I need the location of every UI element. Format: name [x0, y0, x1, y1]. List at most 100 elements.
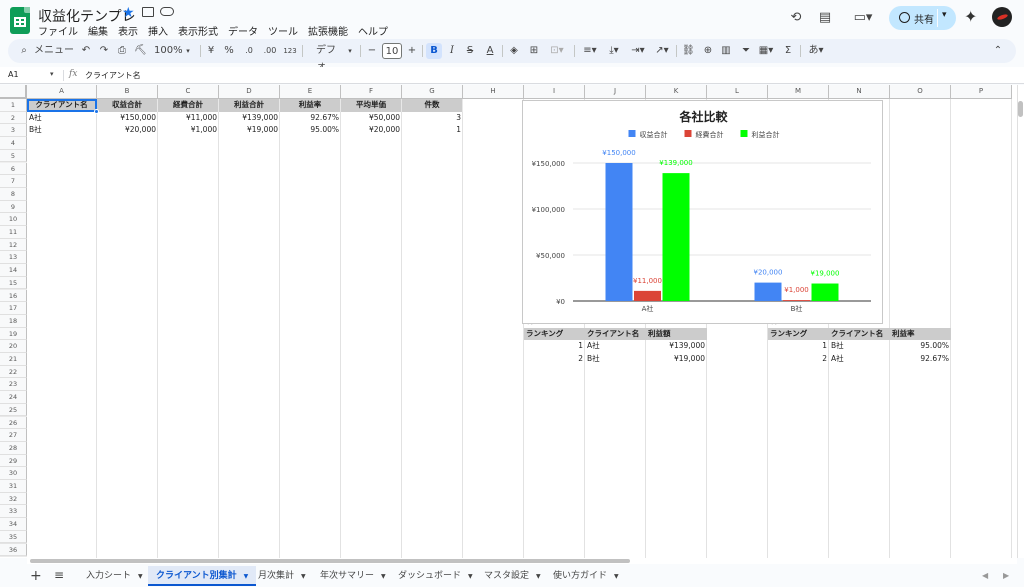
ranking-header-cell[interactable]: ランキング — [768, 327, 829, 341]
horizontal-scroll-thumb[interactable] — [30, 559, 630, 563]
column-header[interactable]: E — [280, 85, 341, 99]
table-cell[interactable]: B社 — [27, 124, 97, 137]
star-icon[interactable]: ★ — [122, 5, 135, 21]
row-header[interactable]: 35 — [0, 530, 27, 544]
row-header[interactable]: 27 — [0, 429, 27, 442]
horizontal-align-icon[interactable]: ≡▾ — [580, 43, 600, 59]
table-header-cell[interactable]: 利益率 — [280, 99, 341, 112]
scroll-tabs-left-icon[interactable]: ◀ — [982, 571, 988, 580]
font-chevron-down-icon[interactable]: ▾ — [346, 43, 354, 59]
ranking-header-cell[interactable]: ランキング — [524, 327, 585, 341]
row-header[interactable]: 2 — [0, 111, 27, 125]
ranking-cell[interactable]: 1 — [524, 340, 585, 353]
italic-button[interactable]: I — [446, 43, 458, 59]
cloud-status-icon[interactable] — [160, 7, 174, 16]
table-cell[interactable]: ¥20,000 — [97, 124, 158, 137]
increase-font-icon[interactable]: + — [406, 43, 418, 59]
merge-cells-icon[interactable]: ⊡▾ — [546, 43, 568, 59]
add-sheet-icon[interactable]: + — [30, 568, 42, 584]
ranking-header-cell[interactable]: クライアント名 — [829, 327, 890, 341]
zoom-select[interactable]: 100% — [154, 43, 183, 59]
font-select[interactable]: デフォ... — [308, 43, 344, 72]
redo-icon[interactable]: ↷ — [98, 43, 110, 59]
column-header[interactable]: I — [524, 85, 585, 99]
table-header-cell[interactable]: 件数 — [402, 99, 463, 112]
column-header[interactable]: C — [158, 85, 219, 99]
chevron-down-icon[interactable]: ▼ — [536, 573, 541, 580]
column-header[interactable]: B — [97, 85, 158, 99]
row-header[interactable]: 8 — [0, 187, 27, 201]
row-header[interactable]: 1 — [0, 99, 27, 112]
row-header[interactable]: 33 — [0, 505, 27, 519]
column-header[interactable]: A — [27, 85, 97, 99]
functions-button[interactable]: Σ — [782, 43, 794, 59]
ranking-header-cell[interactable]: クライアント名 — [585, 327, 646, 341]
row-header[interactable]: 34 — [0, 518, 27, 531]
ranking-cell[interactable]: A社 — [585, 340, 646, 353]
menu-item[interactable]: 挿入 — [148, 23, 168, 38]
borders-icon[interactable]: ⊞ — [528, 43, 540, 59]
text-color-button[interactable]: A — [484, 43, 496, 59]
table-cell[interactable]: ¥19,000 — [219, 124, 280, 137]
column-header[interactable]: P — [951, 85, 1012, 99]
avatar[interactable] — [992, 7, 1012, 27]
row-header[interactable]: 22 — [0, 365, 27, 379]
name-box[interactable]: A1 — [8, 70, 19, 79]
menu-item[interactable]: 表示形式 — [178, 23, 218, 38]
menu-item[interactable]: 編集 — [88, 23, 108, 38]
text-rotation-icon[interactable]: ↗▾ — [652, 43, 672, 59]
column-header[interactable]: K — [646, 85, 707, 99]
insert-link-icon[interactable]: ⛓ — [682, 43, 695, 59]
row-header[interactable]: 21 — [0, 353, 27, 366]
table-cell[interactable]: ¥1,000 — [158, 124, 219, 137]
ranking-cell[interactable]: 1 — [768, 340, 829, 353]
row-header[interactable]: 7 — [0, 175, 27, 188]
ranking-cell[interactable]: ¥19,000 — [646, 353, 707, 366]
search-menus-label[interactable]: メニュー — [34, 43, 74, 59]
table-cell[interactable]: 3 — [402, 112, 463, 125]
name-box-chevron-down-icon[interactable]: ▾ — [50, 70, 54, 78]
comments-icon[interactable]: ▤ — [817, 10, 833, 26]
column-header[interactable]: M — [768, 85, 829, 99]
ranking-header-cell[interactable]: 利益率 — [890, 327, 951, 341]
meet-icon[interactable]: ▭▾ — [850, 10, 876, 26]
row-header[interactable]: 9 — [0, 200, 27, 214]
sheet-tab[interactable]: 使い方ガイド ▼ — [545, 566, 627, 586]
print-icon[interactable]: ⎙ — [116, 43, 128, 59]
chevron-down-icon[interactable]: ▾ — [942, 10, 947, 20]
table-cell[interactable]: 95.00% — [280, 124, 341, 137]
menu-item[interactable]: 拡張機能 — [308, 23, 348, 38]
sheet-tab[interactable]: 入力シート ▼ — [78, 566, 151, 586]
column-header[interactable]: L — [707, 85, 768, 99]
table-cell[interactable]: ¥50,000 — [341, 112, 402, 125]
row-header[interactable]: 14 — [0, 264, 27, 277]
column-header[interactable]: D — [219, 85, 280, 99]
menu-item[interactable]: ファイル — [38, 23, 78, 38]
number-format-button[interactable]: 123 — [282, 43, 298, 59]
ranking-cell[interactable]: B社 — [829, 340, 890, 353]
row-header[interactable]: 25 — [0, 403, 27, 417]
filter-icon[interactable]: ⏷ — [740, 43, 752, 59]
chevron-down-icon[interactable]: ▼ — [468, 573, 473, 580]
ranking-cell[interactable]: 2 — [524, 353, 585, 366]
chevron-down-icon[interactable]: ▼ — [244, 573, 249, 580]
zoom-chevron-down-icon[interactable]: ▾ — [184, 43, 192, 59]
table-cell[interactable]: ¥150,000 — [97, 112, 158, 125]
table-cell[interactable]: 1 — [402, 124, 463, 137]
row-header[interactable]: 29 — [0, 454, 27, 468]
row-header[interactable]: 18 — [0, 314, 27, 328]
font-size-input[interactable]: 10 — [382, 43, 402, 59]
row-header[interactable]: 16 — [0, 289, 27, 303]
table-cell[interactable]: A社 — [27, 112, 97, 125]
table-header-cell[interactable]: 経費合計 — [158, 99, 219, 112]
increase-decimal-button[interactable]: .00 — [262, 43, 278, 59]
column-header[interactable]: O — [890, 85, 951, 99]
ranking-cell[interactable]: 92.67% — [890, 353, 951, 366]
menu-item[interactable]: ヘルプ — [358, 23, 388, 38]
row-header[interactable]: 30 — [0, 467, 27, 480]
row-header[interactable]: 31 — [0, 480, 27, 493]
row-header[interactable]: 23 — [0, 378, 27, 392]
insert-comment-icon[interactable]: ⊕ — [702, 43, 714, 59]
sheet-tab[interactable]: 年次サマリー ▼ — [312, 566, 394, 586]
sheet-tab[interactable]: マスタ設定 ▼ — [476, 566, 549, 586]
